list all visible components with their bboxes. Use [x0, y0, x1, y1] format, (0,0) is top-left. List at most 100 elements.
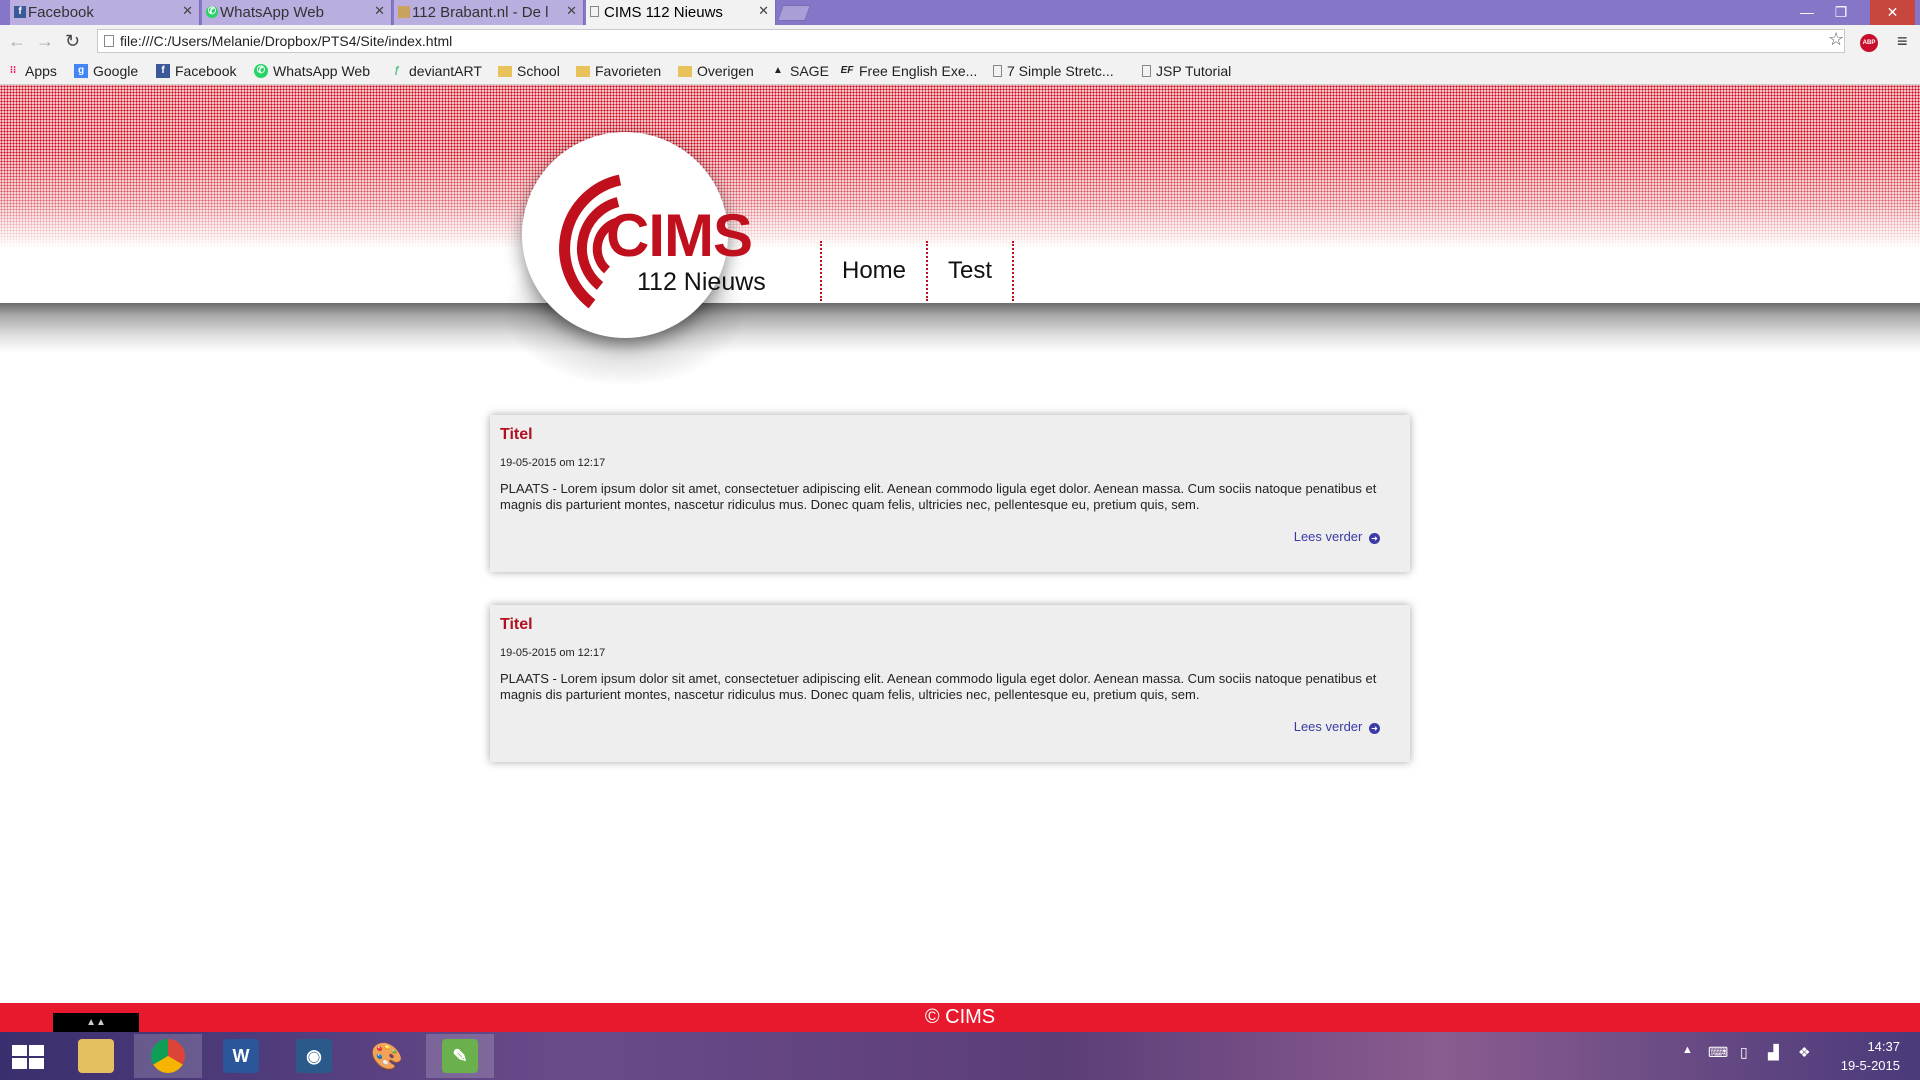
bookmark-whatsapp[interactable]: ✆ WhatsApp Web [254, 63, 370, 79]
taskbar-explorer[interactable] [62, 1034, 130, 1078]
bookmark-apps[interactable]: ⁝⁝ Apps [6, 63, 57, 79]
reload-icon[interactable]: ↻ [65, 31, 80, 52]
adblock-icon[interactable]: ABP [1860, 34, 1878, 52]
window-close-icon[interactable]: ✕ [1870, 0, 1915, 25]
bookmark-label: SAGE [790, 63, 829, 79]
address-bar[interactable]: file:///C:/Users/Melanie/Dropbox/PTS4/Si… [97, 29, 1845, 53]
back-icon[interactable]: ← [8, 31, 26, 52]
main-nav: Home Test [820, 241, 1015, 301]
chrome-icon [151, 1039, 185, 1073]
minimize-icon[interactable]: — [1790, 0, 1824, 25]
apps-icon: ⁝⁝ [9, 65, 17, 76]
page-icon [993, 65, 1002, 77]
bookmark-deviantart[interactable]: ƒ deviantART [390, 63, 482, 79]
signal-icon[interactable]: ▟ [1768, 1044, 1779, 1061]
article-title[interactable]: Titel [500, 616, 1400, 634]
close-icon[interactable]: ✕ [566, 3, 577, 19]
article-date: 19-05-2015 om 12:17 [500, 457, 606, 469]
bookmark-label: Google [93, 63, 139, 79]
tab-whatsapp[interactable]: ✆ WhatsApp Web ✕ [202, 0, 392, 25]
tab-112brabant[interactable]: 112 Brabant.nl - De l ✕ [394, 0, 584, 25]
tray-expand-icon[interactable]: ▲ [1682, 1044, 1693, 1056]
bookmark-label: Free English Exe... [859, 63, 978, 79]
taskbar-chrome[interactable] [134, 1034, 202, 1078]
article-date: 19-05-2015 om 12:17 [500, 647, 606, 659]
news-article: Titel 19-05-2015 om 12:17 PLAATS - Lorem… [490, 415, 1410, 572]
bookmark-label: deviantART [409, 63, 482, 79]
bookmark-label: School [517, 63, 560, 79]
bookmark-label: Facebook [175, 63, 237, 79]
forward-icon[interactable]: → [36, 31, 54, 52]
browser-toolbar: ← → ↻ file:///C:/Users/Melanie/Dropbox/P… [0, 25, 1920, 59]
bookmark-label: WhatsApp Web [273, 63, 371, 79]
clock-time: 14:37 [1867, 1039, 1900, 1054]
battery-icon[interactable]: ▯ [1740, 1044, 1748, 1061]
bookmark-label: JSP Tutorial [1156, 63, 1232, 79]
maximize-icon[interactable]: ❐ [1824, 0, 1858, 25]
taskbar-app-green[interactable]: ✎ [426, 1034, 494, 1078]
facebook-icon: f [156, 64, 170, 78]
close-icon[interactable]: ✕ [374, 3, 385, 19]
browser-tab-strip: f Facebook ✕ ✆ WhatsApp Web ✕ 112 Braban… [0, 0, 1920, 25]
arrow-right-circle-icon: ➜ [1369, 533, 1380, 544]
taskbar-paint[interactable]: 🎨 [353, 1034, 421, 1078]
bookmark-label: Favorieten [595, 63, 662, 79]
menu-icon[interactable]: ≡ [1897, 31, 1908, 52]
sage-icon: ▲ [773, 65, 783, 76]
bookmark-stretches[interactable]: 7 Simple Stretc... [993, 63, 1114, 79]
page-icon [398, 6, 410, 18]
bookmark-google[interactable]: g Google [74, 63, 138, 79]
tab-label: 112 Brabant.nl - De l [412, 4, 549, 21]
windows-start-icon[interactable] [12, 1045, 46, 1069]
taskbar-word[interactable]: W [207, 1034, 275, 1078]
palette-icon: 🎨 [370, 1041, 404, 1071]
article-body: PLAATS - Lorem ipsum dolor sit amet, con… [500, 481, 1377, 512]
camera-icon: ◉ [296, 1039, 332, 1073]
tab-label: Facebook [28, 4, 94, 21]
word-icon: W [223, 1039, 259, 1073]
bookmark-label: Overigen [697, 63, 754, 79]
nav-item-test[interactable]: Test [928, 241, 1015, 301]
page-viewport: CIMS 112 Nieuws Home Test Titel 19-05-20… [0, 85, 1920, 1003]
taskbar-clock[interactable]: 14:37 19-5-2015 [1841, 1037, 1900, 1075]
tab-label: WhatsApp Web [220, 4, 324, 21]
nav-item-home[interactable]: Home [822, 241, 929, 301]
article-title[interactable]: Titel [500, 426, 1400, 444]
keyboard-icon[interactable]: ⌨ [1708, 1044, 1728, 1061]
bookmark-sage[interactable]: ▲ SAGE [771, 63, 829, 79]
whatsapp-icon: ✆ [254, 64, 268, 78]
page-icon [1142, 65, 1151, 77]
bookmark-label: Apps [25, 63, 57, 79]
folder-icon [678, 65, 692, 77]
bookmark-overigen[interactable]: Overigen [678, 63, 754, 79]
dropbox-icon[interactable]: ❖ [1798, 1044, 1811, 1061]
close-icon[interactable]: ✕ [182, 3, 193, 19]
bookmarks-bar: ⁝⁝ Apps g Google f Facebook ✆ WhatsApp W… [0, 59, 1920, 85]
folder-icon [498, 65, 512, 77]
page-icon [590, 6, 599, 17]
close-icon[interactable]: ✕ [758, 3, 769, 19]
tab-facebook[interactable]: f Facebook ✕ [10, 0, 200, 25]
arrow-right-circle-icon: ➜ [1369, 723, 1380, 734]
logo-title: CIMS [606, 202, 753, 269]
taskbar-camera[interactable]: ◉ [280, 1034, 348, 1078]
new-tab-button[interactable] [777, 5, 811, 21]
bookmark-facebook[interactable]: f Facebook [156, 63, 236, 79]
deviantart-icon: ƒ [394, 65, 400, 76]
read-more-label: Lees verder [1293, 719, 1363, 734]
bookmark-favorieten[interactable]: Favorieten [576, 63, 661, 79]
ef-icon: EF [840, 65, 854, 76]
taskbar-peek-tab[interactable]: ▲▲ [53, 1013, 139, 1032]
bookmark-star-icon[interactable]: ☆ [1828, 29, 1844, 50]
tab-cims[interactable]: CIMS 112 Nieuws ✕ [586, 0, 776, 25]
bookmark-jsp-tutorial[interactable]: JSP Tutorial [1142, 63, 1231, 79]
read-more-link[interactable]: Lees verder ➜ [1294, 719, 1380, 734]
google-icon: g [74, 64, 88, 78]
read-more-link[interactable]: Lees verder ➜ [1294, 529, 1380, 544]
site-footer: © CIMS [0, 1003, 1920, 1032]
news-article: Titel 19-05-2015 om 12:17 PLAATS - Lorem… [490, 605, 1410, 762]
bookmark-school[interactable]: School [498, 63, 560, 79]
bookmark-label: 7 Simple Stretc... [1007, 63, 1114, 79]
bookmark-free-english[interactable]: EF Free English Exe... [840, 63, 978, 79]
whatsapp-icon: ✆ [206, 6, 218, 18]
